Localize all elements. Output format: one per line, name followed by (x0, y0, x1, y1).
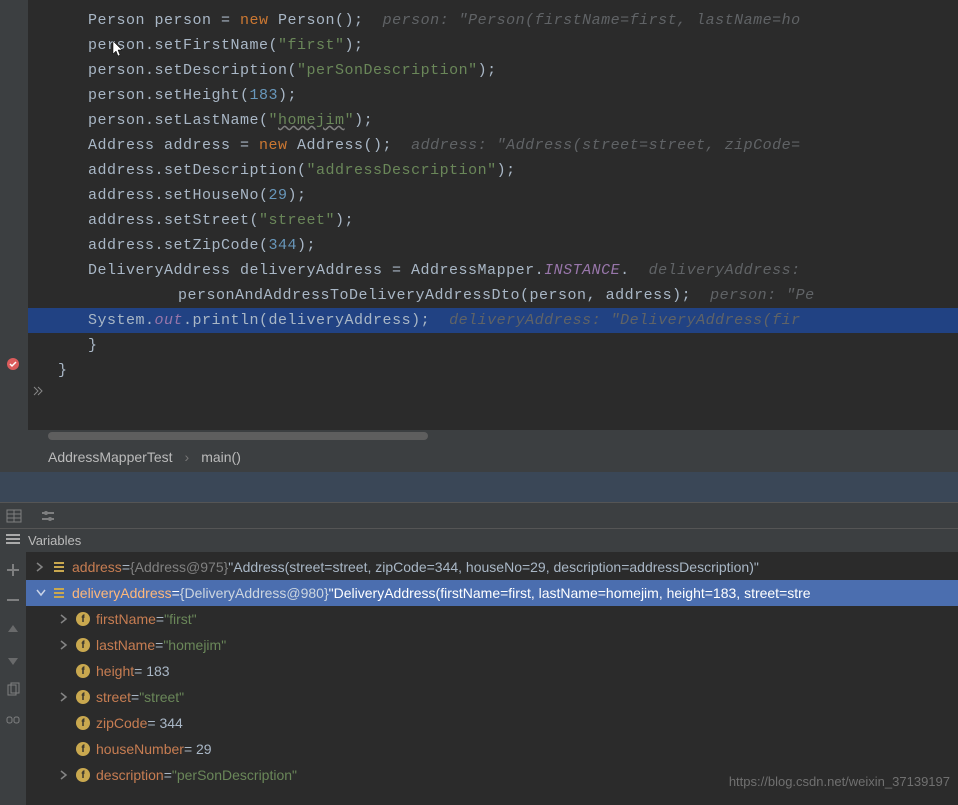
code-line[interactable]: person.setFirstName("first"); (28, 33, 958, 58)
breadcrumb-method[interactable]: main() (201, 449, 241, 465)
debug-sidebar (0, 552, 26, 805)
field-icon: f (76, 664, 90, 678)
move-up-icon[interactable] (5, 622, 21, 638)
code-line[interactable]: address.setHouseNo(29); (28, 183, 958, 208)
debug-panel: address = {Address@975} "Address(street=… (0, 552, 958, 805)
breadcrumb-class[interactable]: AddressMapperTest (48, 449, 173, 465)
var-row-field[interactable]: fheight = 183 (26, 658, 958, 684)
editor-pane: Person person = new Person(); person: "P… (0, 0, 958, 430)
var-row-field[interactable]: fstreet = "street" (26, 684, 958, 710)
chevron-right-icon[interactable] (60, 770, 70, 780)
code-line[interactable]: Address address = new Address(); address… (28, 133, 958, 158)
variables-tree[interactable]: address = {Address@975} "Address(street=… (26, 552, 958, 805)
remove-watch-icon[interactable] (5, 592, 21, 608)
code-line[interactable]: Person person = new Person(); person: "P… (28, 8, 958, 33)
field-icon: f (76, 768, 90, 782)
var-row-field[interactable]: fhouseNumber = 29 (26, 736, 958, 762)
chevron-right-icon[interactable] (60, 614, 70, 624)
code-line[interactable]: person.setLastName("homejim"); (28, 108, 958, 133)
copy-icon[interactable] (5, 682, 21, 698)
object-icon (52, 586, 66, 600)
code-line[interactable]: } (28, 358, 958, 383)
chevron-right-icon[interactable] (36, 562, 46, 572)
field-icon: f (76, 690, 90, 704)
chevron-down-icon[interactable] (36, 589, 46, 597)
var-row-field[interactable]: ffirstName = "first" (26, 606, 958, 632)
object-icon (52, 560, 66, 574)
field-icon: f (76, 612, 90, 626)
variables-title: Variables (28, 533, 81, 548)
gutter-icons (0, 0, 28, 430)
chevron-right-icon[interactable] (60, 640, 70, 650)
chevron-right-icon[interactable] (60, 692, 70, 702)
watermark: https://blog.csdn.net/weixin_37139197 (729, 774, 950, 789)
code-line[interactable]: System.out.println(deliveryAddress); del… (28, 308, 958, 333)
chevron-right-icon: › (185, 449, 190, 465)
field-icon: f (76, 716, 90, 730)
debug-toolbar (0, 502, 958, 528)
var-row-deliveryAddress[interactable]: deliveryAddress = {DeliveryAddress@980} … (26, 580, 958, 606)
settings-icon[interactable] (40, 508, 56, 524)
scrollbar-thumb[interactable] (48, 432, 428, 440)
move-down-icon[interactable] (5, 652, 21, 668)
var-row-address[interactable]: address = {Address@975} "Address(street=… (26, 554, 958, 580)
field-icon: f (76, 638, 90, 652)
add-watch-icon[interactable] (5, 562, 21, 578)
code-line[interactable]: address.setZipCode(344); (28, 233, 958, 258)
frames-panel-spacer (0, 472, 958, 502)
menu-icon (6, 533, 20, 548)
code-line[interactable]: } (28, 333, 958, 358)
code-line[interactable]: address.setStreet("street"); (28, 208, 958, 233)
field-icon: f (76, 742, 90, 756)
watches-icon[interactable] (5, 712, 21, 728)
breadcrumb[interactable]: AddressMapperTest › main() (0, 442, 958, 472)
horizontal-scrollbar[interactable] (0, 430, 958, 442)
breakpoint-icon[interactable] (6, 357, 20, 371)
variables-header[interactable]: Variables (0, 528, 958, 552)
code-line[interactable]: person.setHeight(183); (28, 83, 958, 108)
var-row-field[interactable]: fzipCode = 344 (26, 710, 958, 736)
var-row-field[interactable]: flastName = "homejim" (26, 632, 958, 658)
code-line[interactable]: personAndAddressToDeliveryAddressDto(per… (28, 283, 958, 308)
table-view-icon[interactable] (6, 508, 22, 524)
code-line[interactable]: DeliveryAddress deliveryAddress = Addres… (28, 258, 958, 283)
code-line[interactable]: person.setDescription("perSonDescription… (28, 58, 958, 83)
code-area[interactable]: Person person = new Person(); person: "P… (28, 0, 958, 430)
code-line[interactable]: address.setDescription("addressDescripti… (28, 158, 958, 183)
